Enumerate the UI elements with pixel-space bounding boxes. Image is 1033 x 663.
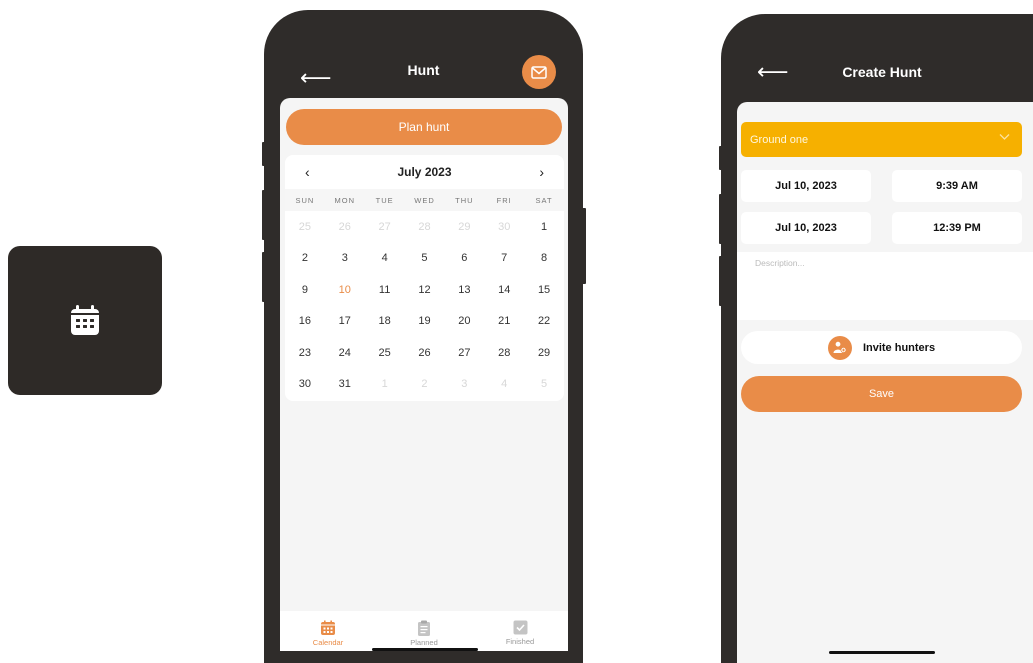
weekday-label: THU <box>455 195 474 205</box>
calendar-day[interactable]: 1 <box>524 211 564 243</box>
invite-hunters-button[interactable]: Invite hunters <box>741 331 1022 364</box>
description-field[interactable]: Description... <box>737 252 1033 320</box>
tab-bar: Calendar Planned Finished <box>280 611 568 651</box>
create-hunt-screen: Ground one Jul 10, 2023 9:39 AM Jul 10, … <box>737 102 1033 663</box>
calendar-day[interactable]: 30 <box>484 211 524 243</box>
hunt-screen: Plan hunt ‹ July 2023 › SUN MON TUE WED THU F… <box>280 98 568 651</box>
app-icon-tile[interactable] <box>8 246 162 395</box>
calendar-day[interactable]: 28 <box>484 337 524 369</box>
calendar-day[interactable]: 4 <box>484 369 524 401</box>
calendar-day[interactable]: 16 <box>285 306 325 338</box>
calendar-day[interactable]: 8 <box>524 243 564 275</box>
mail-icon <box>531 65 547 79</box>
calendar-day[interactable]: 21 <box>484 306 524 338</box>
calendar-day[interactable]: 5 <box>524 369 564 401</box>
calendar-day[interactable]: 13 <box>444 274 484 306</box>
calendar-weekdays: SUN MON TUE WED THU FRI SAT <box>285 189 564 211</box>
end-time-field[interactable]: 12:39 PM <box>892 212 1022 244</box>
plan-hunt-button[interactable]: Plan hunt <box>286 109 562 145</box>
calendar-day[interactable]: 19 <box>405 306 445 338</box>
calendar-day[interactable]: 2 <box>285 243 325 275</box>
add-user-icon <box>827 335 852 360</box>
calendar-day[interactable]: 2 <box>405 369 445 401</box>
calendar-day[interactable]: 23 <box>285 337 325 369</box>
calendar-day[interactable]: 30 <box>285 369 325 401</box>
calendar-days: 25 26 27 28 29 30 1 2 3 4 5 6 7 8 9 10 11 12 13 14 15 16 17 18 1… <box>285 211 564 400</box>
calendar-day[interactable]: 7 <box>484 243 524 275</box>
chevron-right-icon[interactable]: › <box>539 164 544 180</box>
weekday-label: SAT <box>535 195 553 205</box>
weekday-label: MON <box>334 195 356 205</box>
calendar-day[interactable]: 3 <box>444 369 484 401</box>
invite-hunters-label: Invite hunters <box>862 341 936 354</box>
check-square-icon <box>513 620 527 635</box>
save-button[interactable]: Save <box>741 376 1022 412</box>
calendar-day[interactable]: 25 <box>365 337 405 369</box>
tab-label: Finished <box>505 637 535 646</box>
home-indicator <box>829 651 935 654</box>
calendar-day-today[interactable]: 10 <box>325 274 365 306</box>
page-title: Create Hunt <box>842 64 922 80</box>
calendar-day[interactable]: 15 <box>524 274 564 306</box>
mail-button[interactable] <box>522 55 556 89</box>
calendar: ‹ July 2023 › SUN MON TUE WED THU FRI SAT 25 26… <box>285 155 564 401</box>
tab-calendar[interactable]: Calendar <box>280 611 376 651</box>
calendar-day[interactable]: 22 <box>524 306 564 338</box>
calendar-day[interactable]: 17 <box>325 306 365 338</box>
weekday-label: FRI <box>496 195 512 205</box>
phone-create-hunt: ⟵ Create Hunt Ground one Jul 10, 2023 9:… <box>721 14 1033 663</box>
calendar-day[interactable]: 25 <box>285 211 325 243</box>
tab-finished[interactable]: Finished <box>472 611 568 651</box>
calendar-day[interactable]: 26 <box>325 211 365 243</box>
tab-label: Planned <box>410 638 438 647</box>
calendar-month: July 2023 <box>397 165 452 179</box>
calendar-day[interactable]: 24 <box>325 337 365 369</box>
start-time-field[interactable]: 9:39 AM <box>892 170 1022 202</box>
weekday-label: TUE <box>375 195 394 205</box>
calendar-day[interactable]: 27 <box>365 211 405 243</box>
nav-bar: ⟵ Create Hunt <box>721 14 1033 104</box>
calendar-day[interactable]: 26 <box>405 337 445 369</box>
phone-hunt: ⟵ Hunt Plan hunt ‹ July 2023 › SUN MON TUE… <box>264 10 583 663</box>
calendar-day[interactable]: 11 <box>365 274 405 306</box>
weekday-label: WED <box>414 195 435 205</box>
calendar-day[interactable]: 14 <box>484 274 524 306</box>
ground-select[interactable]: Ground one <box>741 122 1022 157</box>
tab-planned[interactable]: Planned <box>376 611 472 651</box>
calendar-icon <box>71 304 99 335</box>
clipboard-icon <box>418 620 430 636</box>
end-date-field[interactable]: Jul 10, 2023 <box>741 212 871 244</box>
calendar-day[interactable]: 28 <box>405 211 445 243</box>
calendar-day[interactable]: 29 <box>524 337 564 369</box>
ground-select-value: Ground one <box>750 133 809 146</box>
chevron-down-icon <box>999 134 1010 140</box>
home-indicator <box>372 648 478 651</box>
calendar-icon <box>321 620 335 635</box>
calendar-day[interactable]: 29 <box>444 211 484 243</box>
start-date-field[interactable]: Jul 10, 2023 <box>741 170 871 202</box>
calendar-day[interactable]: 1 <box>365 369 405 401</box>
calendar-header: ‹ July 2023 › <box>285 155 564 189</box>
weekday-label: SUN <box>295 195 315 205</box>
calendar-day[interactable]: 20 <box>444 306 484 338</box>
calendar-day[interactable]: 31 <box>325 369 365 401</box>
calendar-day[interactable]: 6 <box>444 243 484 275</box>
calendar-day[interactable]: 3 <box>325 243 365 275</box>
calendar-day[interactable]: 12 <box>405 274 445 306</box>
calendar-day[interactable]: 9 <box>285 274 325 306</box>
tab-label: Calendar <box>312 638 344 647</box>
calendar-day[interactable]: 4 <box>365 243 405 275</box>
calendar-day[interactable]: 18 <box>365 306 405 338</box>
nav-bar: ⟵ Hunt <box>264 10 583 100</box>
calendar-day[interactable]: 27 <box>444 337 484 369</box>
calendar-day[interactable]: 5 <box>405 243 445 275</box>
